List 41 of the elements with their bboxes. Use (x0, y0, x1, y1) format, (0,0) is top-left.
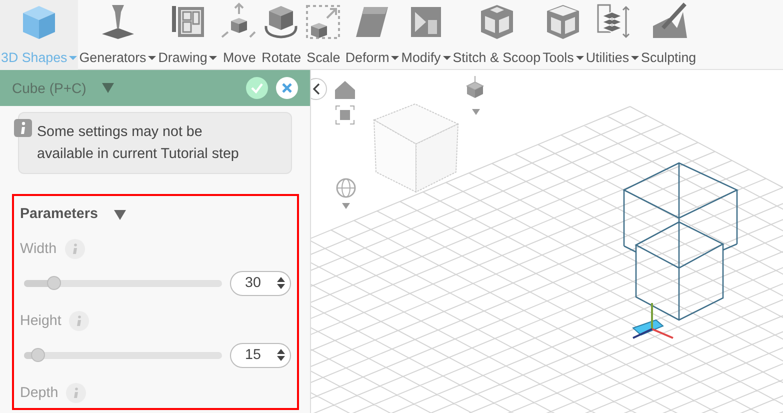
toolbar-button[interactable]: Drawing (157, 0, 218, 70)
info-icon (14, 119, 32, 137)
panel-title: Cube (P+C) (12, 78, 86, 98)
check-icon (250, 81, 264, 95)
toolbar-button[interactable]: Generators (78, 0, 158, 70)
param-label: Depth (20, 384, 58, 403)
caret-icon (102, 83, 114, 93)
toolbar-button[interactable]: Sculpting (640, 0, 698, 70)
number-field[interactable]: 15 (230, 342, 291, 368)
gizmo-drawing (632, 303, 674, 339)
toolbar-button[interactable]: Scale (302, 0, 344, 70)
info-icon (64, 239, 85, 260)
info-icon (66, 383, 86, 404)
collapse-button[interactable] (311, 78, 327, 100)
close-icon (281, 82, 293, 94)
perspective-cube-icon[interactable] (466, 76, 484, 98)
spinner-icon[interactable] (276, 276, 286, 290)
chevron-left-icon (312, 83, 320, 95)
section-title: Parameters (20, 205, 98, 224)
globe-icon[interactable] (336, 178, 356, 198)
toolbar-button[interactable]: Move (218, 0, 260, 70)
slider-thumb[interactable] (30, 348, 45, 362)
param-label: Width (20, 240, 57, 259)
fit-view-icon[interactable] (336, 106, 354, 124)
toolbar-button[interactable]: Utilities (584, 0, 640, 70)
spinner-icon[interactable] (276, 348, 286, 362)
slider-thumb[interactable] (46, 276, 61, 290)
toolbar-button[interactable]: Rotate (260, 0, 302, 70)
toolbar-button[interactable]: Tools (542, 0, 585, 70)
caret-icon[interactable] (472, 109, 480, 115)
info-icon (69, 311, 90, 332)
caret-icon[interactable] (342, 203, 350, 209)
number-field[interactable]: 30 (230, 270, 291, 296)
confirm-button[interactable] (246, 77, 268, 99)
home-icon[interactable] (335, 81, 355, 99)
toolbar-button[interactable]: Deform (344, 0, 400, 70)
param-label: Height (20, 312, 62, 331)
toolbar-button[interactable]: Modify (400, 0, 452, 70)
notice-text: Some settings may not be available in current Tutorial step (37, 124, 239, 162)
close-button[interactable] (276, 77, 298, 99)
toolbar-button[interactable]: Stitch & Scoop (452, 0, 542, 70)
